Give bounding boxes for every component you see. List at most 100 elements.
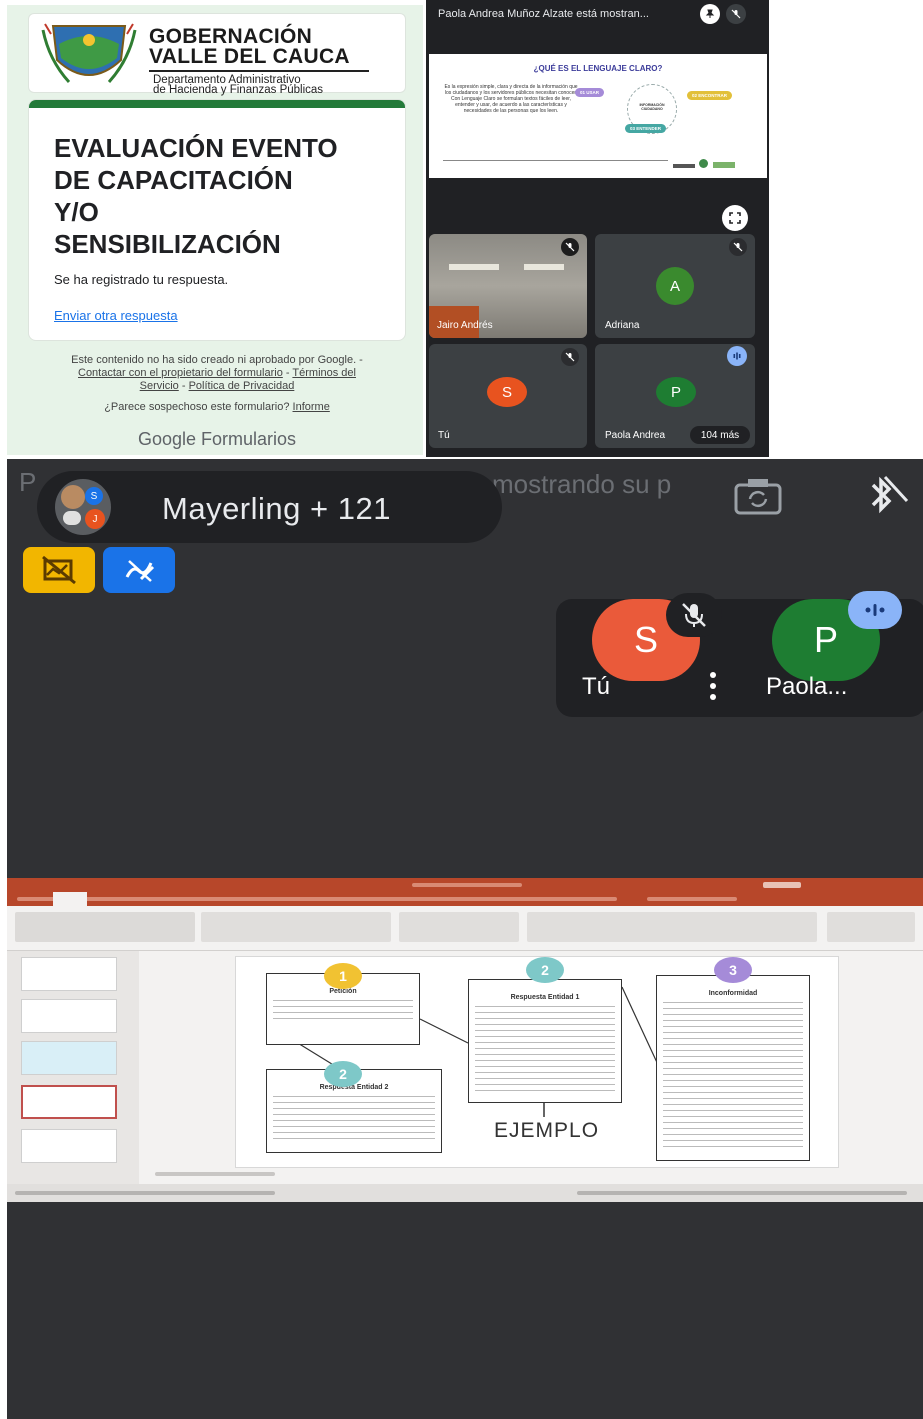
slide-thumbnail[interactable] [21,999,117,1033]
slide-question: ¿QUÉ ES EL LENGUAJE CLARO? [533,64,663,73]
slide-thumbnail[interactable] [21,1129,117,1163]
step-number-badge: 2 [324,1061,362,1087]
flow-box-body [267,995,419,1025]
google-forms-logo: Google Formularios [28,429,406,450]
report-link[interactable]: Informe [293,401,330,413]
flow-box-body [469,1001,621,1097]
avatar: P [656,377,696,407]
pin-icon[interactable] [700,4,720,24]
suspicious-row: ¿Parece sospechoso este formulario? Info… [28,401,406,414]
form-title-line4: SENSIBILIZACIÓN [54,229,281,259]
form-title-line2: DE CAPACITACIÓN [54,165,293,195]
send-another-response-link[interactable]: Enviar otra respuesta [54,308,178,323]
privacy-link[interactable]: Política de Privacidad [189,380,295,392]
avatar-photo [61,485,85,509]
participant-tile-jairo[interactable]: Jairo Andrés [429,234,587,338]
slide-thumbnail-selected[interactable] [21,1085,117,1119]
flow-box: Inconformidad [656,975,810,1161]
slide-thumbnail[interactable] [21,957,117,991]
switch-camera-icon[interactable] [732,475,784,517]
avatar-photo [63,511,81,525]
slide-step-use: 01 USAR [575,88,605,97]
terms-link-b[interactable]: Servicio [140,380,179,392]
mic-off-icon [666,593,722,637]
background-caption: mostrando su p [492,469,672,499]
bg-caption-prefix: P [19,467,37,497]
ppt-current-slide: Petición Respuesta Entidad 1 Inconformid… [235,956,839,1168]
participant-name: Paola... [766,673,848,700]
participant-name: Tú [582,673,611,700]
phone-meet-screen: P mostrando su p S J Mayerling + 121 S T… [7,459,923,1419]
header-title-line2: VALLE DEL CAUCA [149,45,350,68]
form-header-banner: GOBERNACIÓN VALLE DEL CAUCA Departamento… [28,13,406,96]
participant-name: Tú [438,430,450,441]
flow-box-title: Respuesta Entidad 1 [510,994,580,1001]
speaking-indicator-icon [727,346,747,366]
header-subtitle-line2: de Hacienda y Finanzas Públicas [153,84,324,96]
participant-name: Paola Andrea [605,430,666,441]
flow-box-body [267,1091,441,1143]
ppt-ribbon[interactable] [7,906,923,951]
participant-tile-adriana[interactable]: A Adriana [595,234,755,338]
slide-center-label: INFORMACIÓN CIUDADANO [639,103,665,111]
mini-avatar: S [85,487,103,505]
avatar: A [656,267,694,305]
presenting-banner: Paola Andrea Muñoz Alzate está mostran..… [438,8,649,20]
participant-tile-self[interactable]: S Tú [429,344,587,448]
step-number-badge: 3 [714,957,752,983]
disclaimer-links-row1: Contactar con el propietario del formula… [78,367,356,379]
form-title-line1: EVALUACIÓN EVENTO [54,133,338,163]
annotate-button[interactable] [103,547,175,593]
header-divider [149,70,369,72]
card-accent-bar [29,100,405,108]
flow-box-body [657,997,809,1153]
avatar: S [487,377,527,407]
mic-off-icon [561,238,579,256]
step-number-badge: 1 [324,963,362,989]
suspicious-text: ¿Parece sospechoso este formulario? [104,401,290,413]
notes-hint[interactable] [155,1172,275,1176]
more-options-icon[interactable] [708,671,718,701]
disclaimer-links-row2: Servicio - Política de Privacidad [139,380,295,392]
shared-slide: ¿QUÉ ES EL LENGUAJE CLARO? Es la expresi… [429,54,767,178]
speaking-indicator-icon [848,591,902,629]
bluetooth-audio-icon[interactable] [855,471,911,521]
google-logo-text: Google [137,429,196,449]
coat-of-arms-logo [41,23,137,84]
floating-participants-panel: S Tú P Paola... [556,591,923,717]
slide-step-understand: 03 ENTENDER [625,124,667,133]
stop-presenting-button[interactable] [23,547,95,593]
shared-powerpoint-window: Petición Respuesta Entidad 1 Inconformid… [7,878,923,1202]
more-participants-badge[interactable]: 104 más [690,426,750,444]
tab-home[interactable] [53,892,87,906]
participants-pill[interactable]: S J Mayerling + 121 [37,471,502,543]
forms-product-text: Formularios [201,429,297,449]
slide-thumbnail[interactable] [21,1041,117,1075]
fullscreen-icon[interactable] [722,205,748,231]
meet-call-grid: Paola Andrea Muñoz Alzate está mostran..… [426,0,769,457]
step-number-badge: 2 [526,957,564,983]
slide-footer-line [443,160,668,161]
mic-off-icon [729,238,747,256]
ppt-slide-thumbnails[interactable] [7,951,139,1184]
ppt-title-bar [7,878,923,892]
flow-box: Respuesta Entidad 1 [468,979,622,1103]
disclaimer-text: Este contenido no ha sido creado ni apro… [71,354,363,366]
mic-off-icon [561,348,579,366]
form-title-line3: Y/O [54,197,99,227]
ppt-ribbon-tabs[interactable] [7,892,923,906]
slide-step-find: 02 ENCONTRAR [687,91,733,100]
slide-footer-logos [673,155,745,168]
avatar-stack: S J [55,479,111,535]
form-confirmation-card: EVALUACIÓN EVENTO DE CAPACITACIÓN Y/O SE… [28,99,406,341]
ceiling-light [524,264,564,270]
ppt-status-bar [7,1184,923,1202]
participant-tile-paola[interactable]: P Paola Andrea 104 más [595,344,755,448]
terms-link-a[interactable]: Términos del [292,367,356,379]
contact-owner-link[interactable]: Contactar con el propietario del formula… [78,367,283,379]
example-label: EJEMPLO [494,1119,600,1142]
participant-name: Adriana [605,320,640,331]
slide-body-text: Es la expresión simple, clara y directa … [444,84,578,114]
meeting-participants-label: Mayerling + 121 [162,491,391,526]
response-registered-text: Se ha registrado tu respuesta. [54,272,229,287]
